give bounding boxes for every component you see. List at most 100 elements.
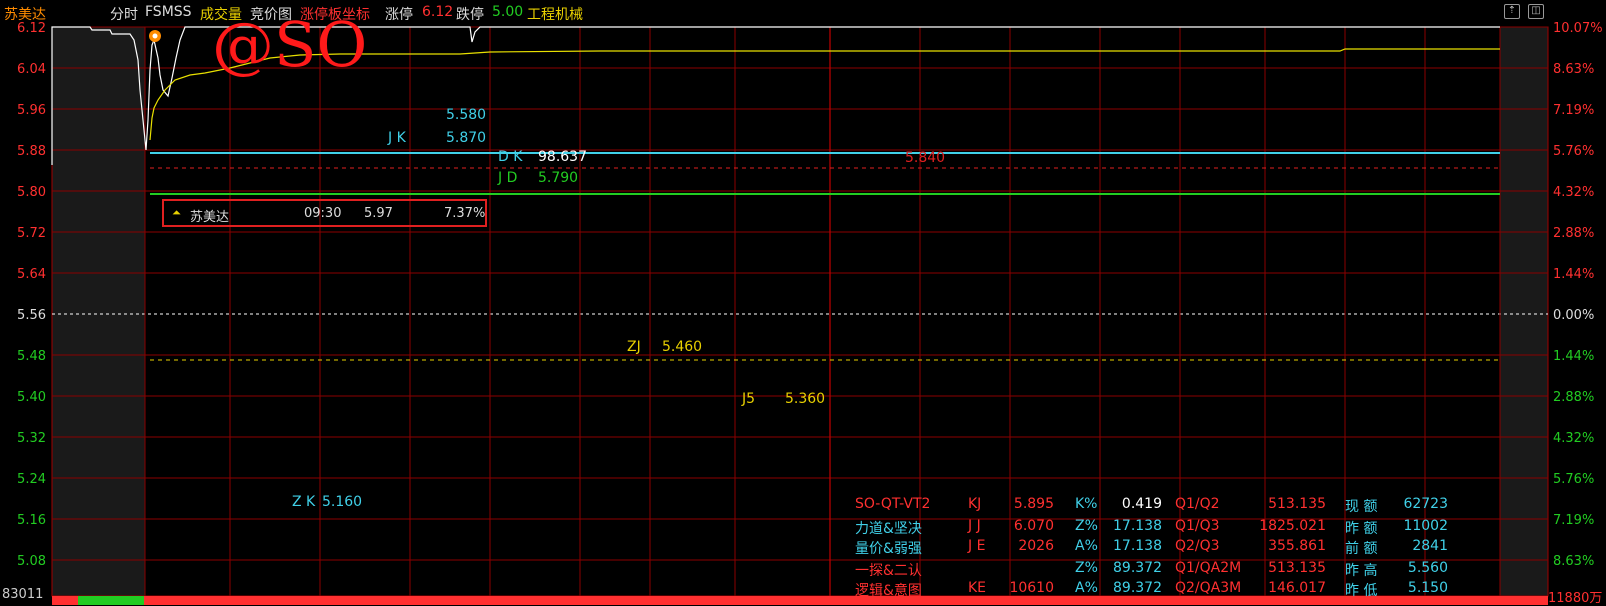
stat-r3-c8: 2841 bbox=[1412, 538, 1448, 554]
stat-r1-c2: 5.895 bbox=[1013, 496, 1054, 512]
right-axis-tick: 1.44% bbox=[1553, 349, 1594, 364]
stat-r1-c1: KJ bbox=[968, 496, 982, 512]
marker-zk-label: Z K bbox=[292, 494, 316, 510]
stat-r4-c7: 昨 高 bbox=[1345, 563, 1378, 579]
right-axis-tick: 7.19% bbox=[1553, 103, 1594, 118]
stat-r5-c3: A% bbox=[1075, 580, 1098, 596]
stat-r5-c8: 5.150 bbox=[1407, 580, 1448, 596]
expand-icon[interactable]: ⇡ bbox=[1504, 4, 1520, 19]
stat-r3-c2: 2026 bbox=[1018, 538, 1054, 554]
stat-r2-c1: J J bbox=[968, 518, 981, 534]
marker-5580: 5.580 bbox=[446, 107, 487, 123]
right-axis-tick: 4.32% bbox=[1553, 431, 1594, 446]
marker-zj-label: ZJ bbox=[627, 339, 641, 355]
marker-j5-value: 5.360 bbox=[785, 391, 826, 407]
stat-r3-c7: 前 额 bbox=[1345, 541, 1378, 557]
limit-up-marker-icon-dot bbox=[152, 33, 158, 39]
stat-r5-c6: 146.017 bbox=[1268, 580, 1326, 596]
up-arrow-icon: ⏶ bbox=[172, 206, 181, 219]
stat-r1-c0: SO-QT-VT2 bbox=[855, 496, 931, 512]
stat-r1-c6: 513.135 bbox=[1268, 496, 1326, 512]
stat-r1-c4: 0.419 bbox=[1121, 496, 1162, 512]
right-axis-tick: 1.44% bbox=[1553, 267, 1594, 282]
stat-r1-c3: K% bbox=[1075, 496, 1098, 512]
stat-r2-c6: 1825.021 bbox=[1259, 518, 1326, 534]
marker-jd-label: J D bbox=[498, 170, 518, 186]
marker-jd-value: 5.790 bbox=[538, 170, 579, 186]
left-axis-tick: 5.88 bbox=[17, 144, 46, 159]
post-volume-bar bbox=[1500, 596, 1548, 605]
marker-dk-label: D K bbox=[498, 149, 523, 165]
stock-box-price: 5.97 bbox=[364, 206, 393, 221]
stat-r2-c3: Z% bbox=[1075, 518, 1098, 534]
left-axis-tick: 5.72 bbox=[17, 226, 46, 241]
stock-box-time: 09:30 bbox=[304, 206, 342, 221]
right-axis-tick: 0.00% bbox=[1553, 308, 1594, 323]
stock-name[interactable]: 苏美达 bbox=[4, 4, 46, 24]
right-axis-tick: 8.63% bbox=[1553, 554, 1594, 569]
left-axis-tick: 6.04 bbox=[17, 62, 46, 77]
left-axis-tick: 5.56 bbox=[17, 308, 46, 323]
watermark: @SO bbox=[212, 8, 368, 81]
marker-jk-value: 5.870 bbox=[446, 130, 487, 146]
right-axis-tick: 5.76% bbox=[1553, 144, 1594, 159]
stat-r2-c2: 6.070 bbox=[1013, 518, 1054, 534]
right-axis-tick: 8.63% bbox=[1553, 62, 1594, 77]
stat-r3-c6: 355.861 bbox=[1268, 538, 1326, 554]
stat-r1-c8: 62723 bbox=[1403, 496, 1448, 512]
stat-r4-c8: 5.560 bbox=[1407, 560, 1448, 576]
right-axis-tick: 2.88% bbox=[1553, 390, 1594, 405]
stock-box-name: 苏美达 bbox=[190, 210, 230, 225]
stat-r2-c7: 昨 额 bbox=[1345, 521, 1378, 537]
right-axis-tick: 4.32% bbox=[1553, 185, 1594, 200]
marker-zj-value: 5.460 bbox=[662, 339, 703, 355]
marker-j5-label: J5 bbox=[742, 391, 756, 407]
indicator-name[interactable]: FSMSS bbox=[145, 4, 192, 20]
bottom-left-volume: 83011 bbox=[2, 587, 44, 602]
tab-intraday[interactable]: 分时 bbox=[110, 4, 138, 24]
stat-r3-c1: J E bbox=[968, 538, 986, 554]
right-axis-tick: 2.88% bbox=[1553, 226, 1594, 241]
right-axis-tick: 5.76% bbox=[1553, 472, 1594, 487]
pre-volume-bar-green bbox=[78, 596, 144, 605]
stat-r5-c2: 10610 bbox=[1009, 580, 1054, 596]
stat-r2-c0: 力道&坚决 bbox=[855, 521, 922, 537]
stat-r2-c5: Q1/Q3 bbox=[1175, 518, 1220, 534]
right-axis-tick: 7.19% bbox=[1553, 513, 1594, 528]
left-axis-tick: 5.08 bbox=[17, 554, 46, 569]
post-market-panel bbox=[1500, 27, 1548, 596]
stat-r5-c7: 昨 低 bbox=[1345, 583, 1378, 599]
stat-r3-c3: A% bbox=[1075, 538, 1098, 554]
left-axis-tick: 5.24 bbox=[17, 472, 46, 487]
left-axis-tick: 5.64 bbox=[17, 267, 46, 282]
limit-up-label: 涨停 bbox=[385, 7, 413, 23]
marker-red-center: 5.840 bbox=[905, 150, 946, 166]
stat-r5-c5: Q2/QA3M bbox=[1175, 580, 1242, 596]
stat-r5-c4: 89.372 bbox=[1113, 580, 1162, 596]
sector-name[interactable]: 工程机械 bbox=[527, 4, 583, 24]
stock-info-box[interactable]: ⏶ 苏美达 09:30 5.97 7.37% bbox=[162, 199, 487, 227]
bottom-right-amount: 11880万 bbox=[1548, 591, 1603, 606]
stat-r5-c0: 逻辑&意图 bbox=[855, 583, 922, 599]
stat-r4-c0: 一探&二认 bbox=[855, 563, 922, 579]
left-axis-tick: 5.80 bbox=[17, 185, 46, 200]
left-axis-tick: 5.16 bbox=[17, 513, 46, 528]
limit-up-value: 6.12 bbox=[422, 4, 454, 20]
window-toggle-icon[interactable]: ◫ bbox=[1528, 4, 1544, 19]
stat-r4-c5: Q1/QA2M bbox=[1175, 560, 1242, 576]
stock-box-pct: 7.37% bbox=[444, 206, 486, 221]
stat-r1-c5: Q1/Q2 bbox=[1175, 496, 1220, 512]
marker-dk-value: 98.637 bbox=[538, 149, 587, 165]
stat-r2-c4: 17.138 bbox=[1113, 518, 1162, 534]
limit-down-label: 跌停 bbox=[456, 7, 484, 23]
marker-jk-label: J K bbox=[388, 130, 406, 146]
limit-down-value: 5.00 bbox=[492, 4, 524, 20]
stat-r3-c4: 17.138 bbox=[1113, 538, 1162, 554]
stat-r4-c4: 89.372 bbox=[1113, 560, 1162, 576]
stat-r2-c8: 11002 bbox=[1403, 518, 1448, 534]
stat-r4-c3: Z% bbox=[1075, 560, 1098, 576]
stat-r3-c5: Q2/Q3 bbox=[1175, 538, 1220, 554]
left-axis-tick: 5.32 bbox=[17, 431, 46, 446]
stat-r3-c0: 量价&弱强 bbox=[855, 541, 922, 557]
left-axis-tick: 5.96 bbox=[17, 103, 46, 118]
